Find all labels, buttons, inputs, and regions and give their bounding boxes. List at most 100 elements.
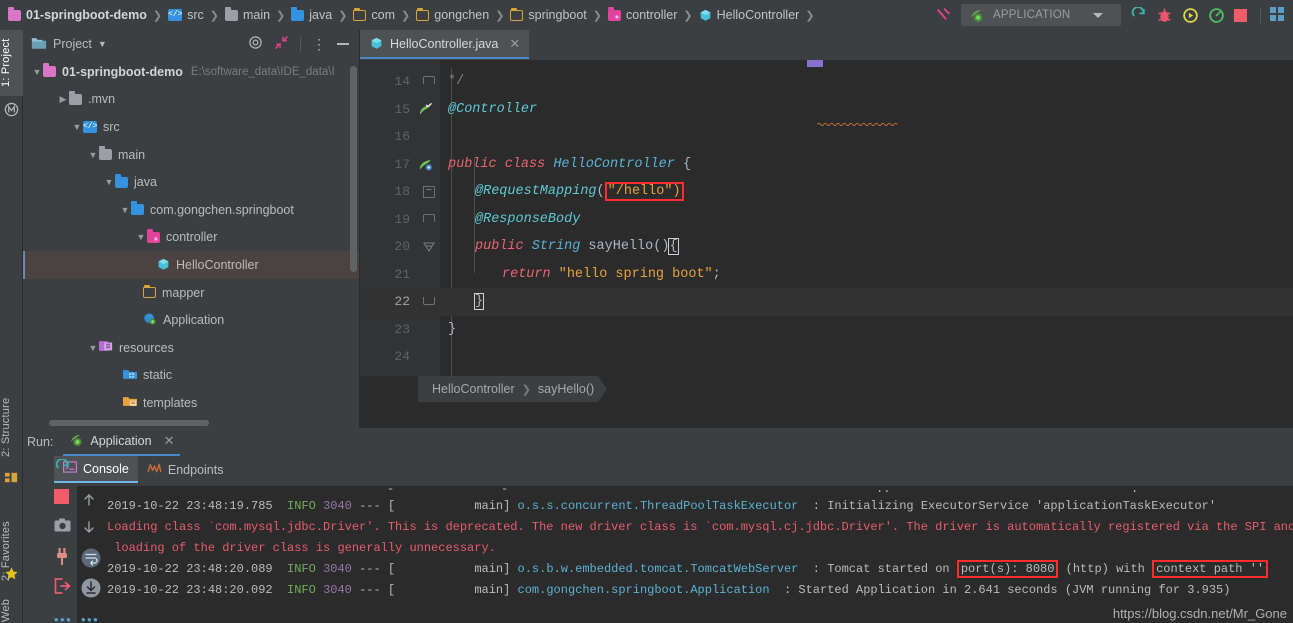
scroll-up-icon[interactable] (81, 492, 97, 508)
rerun-icon[interactable] (54, 458, 71, 476)
breadcrumb-chip[interactable]: HelloController ❯ sayHello() (418, 376, 608, 402)
build-hammer-icon[interactable] (935, 7, 952, 24)
run-configuration-selector[interactable]: APPLICATION (961, 4, 1121, 26)
soft-wrap-icon[interactable] (81, 548, 101, 568)
bean-check-icon[interactable] (418, 102, 432, 116)
code-line[interactable]: 24 (360, 343, 1293, 371)
scroll-to-end-icon[interactable] (81, 578, 101, 598)
tree-item-mvn[interactable]: ▶ .mvn (23, 86, 359, 114)
tree-item-main[interactable]: ▼ main (23, 141, 359, 169)
sidebar-tab-structure[interactable]: 2: Structure (0, 388, 23, 466)
code-line[interactable]: 16 (360, 123, 1293, 151)
tree-item-controller[interactable]: ▼ controller (23, 224, 359, 252)
chevron-down-icon[interactable]: ▼ (135, 232, 147, 242)
tree-item-src[interactable]: ▼ </> src (23, 113, 359, 141)
exit-icon[interactable] (54, 578, 71, 595)
tree-item-templates[interactable]: templates (23, 389, 359, 417)
tree-item-java[interactable]: ▼ java (23, 168, 359, 196)
locate-target-icon[interactable] (248, 35, 263, 53)
structure-icon[interactable] (4, 470, 19, 485)
chevron-down-icon[interactable]: ▼ (103, 177, 115, 187)
fold-collapse-icon[interactable] (423, 242, 435, 254)
sidebar-tab-project[interactable]: 1: Project (0, 30, 23, 96)
stop-icon[interactable] (54, 489, 71, 506)
project-icon[interactable] (4, 102, 19, 117)
layout-icon[interactable] (1270, 6, 1287, 24)
log-message: : Started Application in 2.641 seconds (… (783, 583, 1231, 597)
chevron-down-icon[interactable]: ▼ (31, 67, 43, 77)
fold-end-icon[interactable] (423, 213, 435, 222)
log-level: INFO (287, 583, 316, 597)
fold-minus-icon[interactable]: − (423, 186, 435, 198)
collapse-all-icon[interactable] (274, 35, 289, 53)
fold-end-icon[interactable] (423, 76, 435, 84)
editor-tab-hellocontroller[interactable]: HelloController.java ✕ (360, 30, 530, 59)
breadcrumb-item-main[interactable]: main (224, 6, 270, 22)
profiler-icon[interactable] (1208, 7, 1225, 24)
hide-panel-icon[interactable] (337, 43, 349, 45)
code-viewport[interactable]: 14 */ 15 @Controller 16 17 public class … (360, 60, 1293, 402)
run-coverage-icon[interactable] (1182, 7, 1199, 24)
more-options-icon[interactable]: ••• (54, 612, 71, 623)
close-icon[interactable]: ✕ (164, 433, 175, 449)
code-line[interactable]: 18 − @RequestMapping("/hello") (360, 178, 1293, 206)
chevron-down-icon[interactable]: ▼ (87, 343, 99, 353)
tree-item-module[interactable]: ▼ 01-springboot-demo E:\software_data\ID… (23, 58, 359, 86)
chevron-down-icon[interactable]: ▼ (119, 205, 131, 215)
bean-icon[interactable] (418, 157, 432, 171)
code-line[interactable]: 15 @Controller (360, 96, 1293, 124)
chevron-right-icon[interactable]: ▶ (57, 94, 69, 105)
breadcrumb-item-com[interactable]: com (353, 7, 395, 22)
code-line[interactable]: 14 */ (360, 68, 1293, 96)
tree-item-application[interactable]: Application (23, 306, 359, 334)
log-thread: main] (474, 499, 511, 513)
tree-item-static[interactable]: static (23, 362, 359, 390)
breadcrumb-item-class[interactable]: HelloController (699, 8, 799, 22)
sidebar-tab-web[interactable]: Web (0, 592, 23, 623)
project-tree[interactable]: ▼ 01-springboot-demo E:\software_data\ID… (23, 58, 359, 418)
chevron-down-icon[interactable]: ▼ (98, 39, 107, 49)
screenshot-icon[interactable] (54, 518, 71, 535)
tab-endpoints[interactable]: Endpoints (138, 456, 233, 483)
breadcrumb-item-java[interactable]: java (291, 6, 332, 22)
chevron-down-icon[interactable] (1093, 12, 1104, 18)
rerun-icon[interactable] (1130, 5, 1147, 24)
breadcrumb-item-module[interactable]: 01-springboot-demo (8, 6, 147, 22)
tree-item-package[interactable]: ▼ com.gongchen.springboot (23, 196, 359, 224)
punct-token: ( (596, 184, 605, 199)
project-vertical-scrollbar[interactable] (350, 66, 357, 272)
tree-item-resources[interactable]: ▼ resources (23, 334, 359, 362)
code-lines[interactable]: 14 */ 15 @Controller 16 17 public class … (360, 68, 1293, 402)
breadcrumb-item-springboot[interactable]: springboot (510, 7, 587, 22)
type-token: HelloController (553, 156, 675, 172)
more-console-icon[interactable]: ••• (81, 612, 98, 623)
fold-end-icon[interactable] (423, 297, 435, 305)
tree-item-hellocontroller[interactable]: HelloController (23, 251, 359, 279)
console-output[interactable]: - - .. . 2019-10-22 23:48:19.785 INFO 30… (101, 486, 1293, 623)
thread-dump-icon[interactable] (54, 548, 71, 565)
partial-text-fragment: . (1131, 486, 1139, 496)
code-line[interactable]: 23 } (360, 316, 1293, 344)
close-icon[interactable]: ✕ (509, 36, 520, 52)
annotation-token: @RequestMapping (475, 184, 597, 199)
code-line[interactable]: 19 @ResponseBody (360, 206, 1293, 234)
code-text: @ResponseBody (475, 211, 581, 227)
package-folder-icon (510, 7, 524, 21)
breadcrumb-item-controller[interactable]: controller (608, 6, 677, 22)
options-menu-icon[interactable]: ⋮ (312, 37, 326, 51)
code-line-current[interactable]: 22 } (360, 288, 1293, 316)
scroll-down-icon[interactable] (81, 519, 97, 535)
code-line[interactable]: 17 public class HelloController { (360, 151, 1293, 179)
run-tab-application[interactable]: Application ✕ (63, 429, 181, 456)
project-horizontal-scrollbar[interactable] (49, 420, 209, 426)
stop-icon[interactable] (1234, 7, 1251, 24)
tree-item-mapper[interactable]: mapper (23, 279, 359, 307)
debug-icon[interactable] (1156, 7, 1173, 24)
code-line[interactable]: 20 public String sayHello(){ (360, 233, 1293, 261)
favorites-star-icon[interactable] (4, 566, 19, 581)
breadcrumb-item-gongchen[interactable]: gongchen (416, 7, 489, 22)
code-line[interactable]: 21 return "hello spring boot"; (360, 261, 1293, 289)
chevron-down-icon[interactable]: ▼ (71, 122, 83, 132)
chevron-down-icon[interactable]: ▼ (87, 150, 99, 160)
breadcrumb-item-src[interactable]: </> src (168, 8, 204, 22)
